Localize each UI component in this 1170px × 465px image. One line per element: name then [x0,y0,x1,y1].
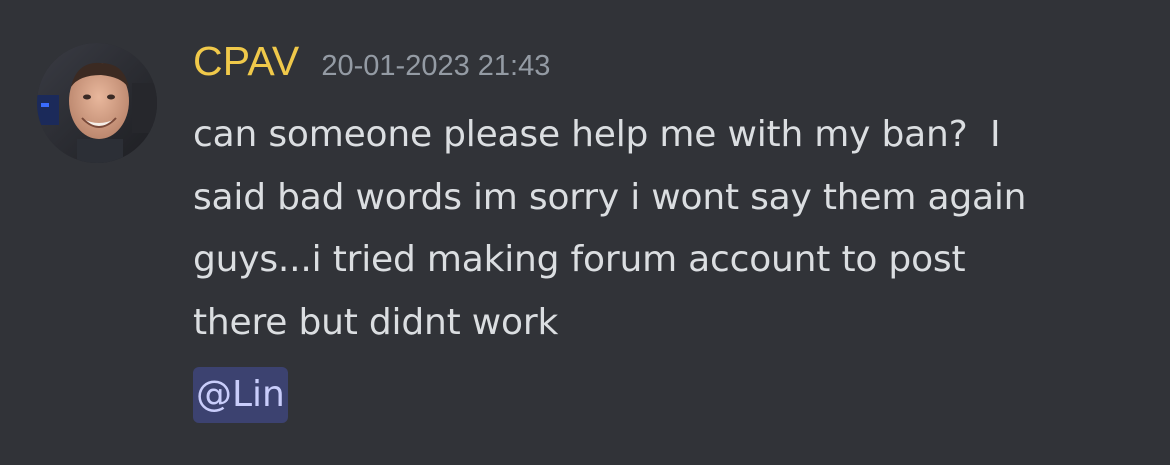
message-timestamp[interactable]: 20-01-2023 21:43 [321,50,550,83]
message-line: can someone please help me with my ban? … [193,114,1001,155]
message-header: CPAV 20-01-2023 21:43 [193,38,550,98]
message-line: there but didnt work [193,301,559,343]
avatar[interactable] [37,43,157,163]
message-line: guys...i tried making forum account to p… [193,239,966,280]
author-name[interactable]: CPAV [193,38,299,85]
message-content: can someone please help me with my ban? … [193,104,1153,354]
message-line: said bad words im sorry i wont say them … [193,176,1027,218]
avatar-photo-icon [37,43,157,163]
user-mention[interactable]: @Lin [193,367,288,423]
mention-row: @Lin [193,367,288,423]
chat-message: CPAV 20-01-2023 21:43 can someone please… [0,0,1170,465]
